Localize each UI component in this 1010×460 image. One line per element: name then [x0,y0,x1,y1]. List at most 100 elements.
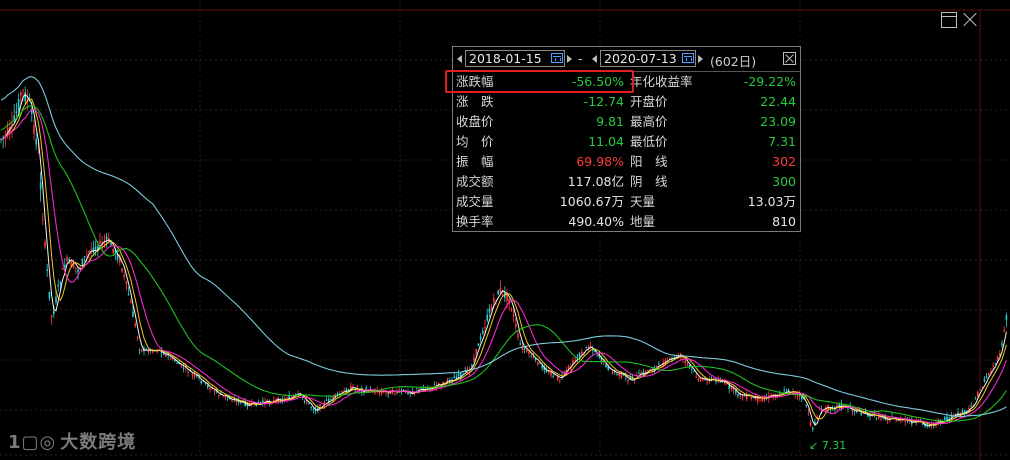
candle-body [880,418,882,419]
candle-body [1003,329,1005,332]
candle-body [482,330,484,334]
candle-body [585,346,587,348]
candle-body [559,380,561,382]
candle-body [99,240,101,244]
candle-body [169,358,172,360]
candle-body [510,308,513,310]
candle-body [807,412,810,414]
start-date-field[interactable]: 2018-01-15 [465,50,565,67]
candle-body [697,378,700,381]
candle-body [977,391,979,397]
candle-body [176,363,178,364]
candle-body [493,298,495,302]
end-date-prev-arrow-icon[interactable] [592,55,597,63]
candle-body [862,413,865,415]
candle-body [812,427,814,430]
close-icon[interactable] [962,12,978,28]
stat-row: 换手率 490.40% 地量 810 [453,212,800,232]
candle-body [519,343,521,345]
panel-close-icon[interactable] [783,52,796,65]
calendar-icon[interactable] [551,53,563,63]
candle-body [147,350,150,353]
candle-body [59,282,62,285]
candle-body [983,378,986,382]
candle-body [81,258,84,267]
candle-body [94,246,97,249]
watermark-text: 大数跨境 [60,432,137,453]
candle-body [39,182,42,190]
candle-body [985,376,988,379]
candle-body [303,401,306,403]
candle-body [312,409,315,411]
candle-body [477,343,480,346]
stat-row: 涨 跌 -12.74 开盘价 22.44 [453,92,800,112]
candle-body [484,327,486,328]
candle-body [341,390,343,392]
candle-body [1001,343,1003,346]
stat-value: 490.40% [568,214,624,229]
candle-body [55,296,57,303]
date-separator: - [578,51,583,66]
candle-body [57,285,59,287]
candle-body [545,371,548,372]
candle-body [944,417,946,420]
start-date-prev-arrow-icon[interactable] [457,55,462,63]
candle-body [53,310,55,315]
candle-body [44,242,46,247]
candle-body [996,356,999,360]
candle-body [77,269,79,273]
candle-body [394,393,396,395]
low-price-value: 7.31 [821,439,847,452]
candle-body [974,398,977,400]
candle-body [442,382,444,384]
candle-body [611,371,614,374]
stat-value-2: 13.03万 [747,194,796,209]
stat-value-2: -29.22% [743,74,796,89]
candle-body [596,355,598,356]
stat-row: 成交额 117.08亿阴 线 300 [453,172,800,192]
calendar-icon[interactable] [682,53,694,63]
low-price-marker: ↙ 7.31 [809,439,847,452]
stat-label-2: 阳 线 [630,154,668,169]
stat-label-2: 最高价 [630,114,668,129]
candle-body [805,405,807,406]
candle-body [132,311,134,317]
candle-body [486,314,488,321]
stat-row: 成交量 1060.67万 天量 13.03万 [453,192,800,212]
highlight-box [445,70,634,93]
candle-body [517,334,519,338]
candle-body [695,376,697,378]
candle-body [418,388,420,390]
candle-body [125,281,128,284]
candle-body [581,351,583,355]
stat-label: 成交额 [456,174,494,189]
candle-body [886,419,889,421]
candle-body [213,390,216,392]
stat-value-2: 810 [772,214,796,229]
stat-value-2: 300 [772,174,796,189]
stat-label: 收盘价 [456,114,494,129]
candle-body [1005,315,1008,321]
maximize-icon[interactable] [941,12,957,28]
candle-body [475,349,477,354]
candle-body [343,390,345,392]
candle-body [530,356,532,358]
end-date-field[interactable]: 2020-07-13 [600,50,696,67]
candle-body [992,365,994,367]
candle-body [818,409,821,411]
stat-value: 117.08亿 [567,174,624,189]
candle-body [123,274,125,277]
stat-label-2: 最低价 [630,134,668,149]
candle-body [193,374,196,377]
candle-body [200,381,202,384]
candle-body [90,249,92,251]
candle-body [15,111,18,114]
stat-value: 11.04 [588,134,624,149]
candle-body [528,351,530,354]
stat-label: 成交量 [456,194,494,209]
candle-body [433,384,436,386]
start-date-next-arrow-icon[interactable] [567,55,572,63]
end-date-next-arrow-icon[interactable] [698,55,703,63]
candle-body [284,397,286,400]
stat-value: 9.81 [596,114,624,129]
